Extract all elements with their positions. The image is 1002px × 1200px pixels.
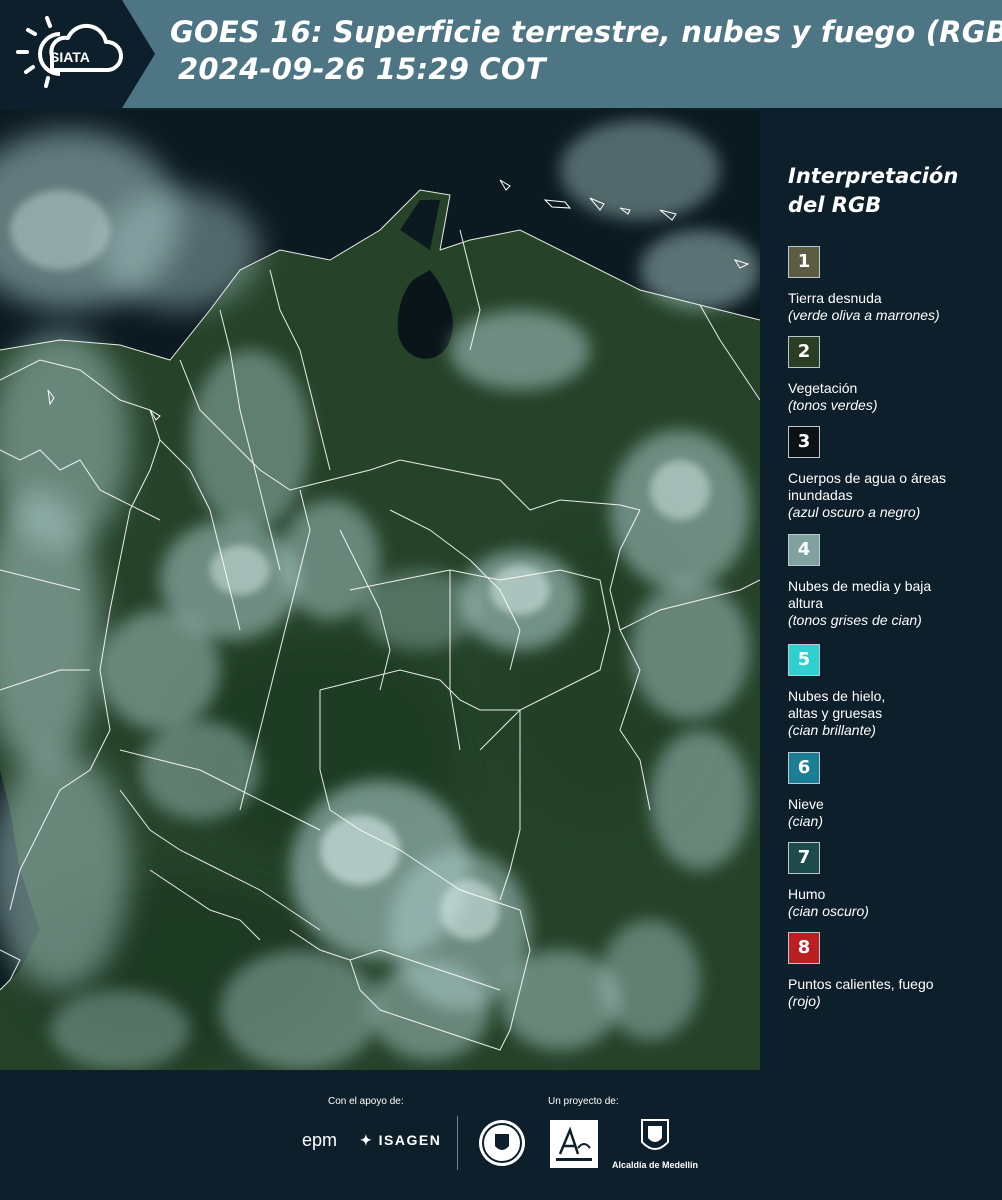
isagen-logo-text: ISAGEN xyxy=(378,1132,442,1148)
legend-item-snow: 6 Nieve (cian) xyxy=(788,752,998,830)
legend-item-description: (tonos verdes) xyxy=(788,397,878,413)
support-label: Con el apoyo de: xyxy=(328,1096,404,1107)
legend-item-description: (verde oliva a marrones) xyxy=(788,307,940,323)
legend-item-label: Puntos calientes, fuego xyxy=(788,976,934,992)
legend-swatch-2: 2 xyxy=(788,336,820,368)
legend-item-ice-clouds: 5 Nubes de hielo, altas y gruesas (cian … xyxy=(788,644,998,739)
epm-logo: epm xyxy=(302,1130,338,1150)
satellite-map xyxy=(0,110,760,1070)
legend-title: Interpretación del RGB xyxy=(788,164,959,217)
project-label: Un proyecto de: xyxy=(548,1096,619,1107)
isagen-mark-icon: ✦ xyxy=(360,1132,374,1148)
legend-item-bare-soil: 1 Tierra desnuda (verde oliva a marrones… xyxy=(788,246,998,324)
title-line-2: 2024-09-26 15:29 COT xyxy=(178,52,546,86)
legend-item-water: 3 Cuerpos de agua o áreas inundadas (azu… xyxy=(788,426,998,521)
legend-swatch-7: 7 xyxy=(788,842,820,874)
header-bar: SIATA GOES 16: Superficie terrestre, nub… xyxy=(0,0,1002,108)
area-metropolitana-logo xyxy=(550,1120,598,1168)
legend-swatch-8: 8 xyxy=(788,932,820,964)
medellin-seal-icon xyxy=(477,1118,527,1172)
legend-item-description: (cian oscuro) xyxy=(788,903,869,919)
legend-item-description: (azul oscuro a negro) xyxy=(788,504,921,520)
satellite-map-svg xyxy=(0,110,760,1070)
legend-item-label: Nubes de hielo, altas y gruesas xyxy=(788,688,886,721)
legend-item-label: Tierra desnuda xyxy=(788,290,882,306)
title-line-1: GOES 16: Superficie terrestre, nubes y f… xyxy=(170,15,1002,49)
legend-item-mid-low-clouds: 4 Nubes de media y baja altura (tonos gr… xyxy=(788,534,998,629)
footer-divider xyxy=(457,1116,458,1170)
legend-swatch-4: 4 xyxy=(788,534,820,566)
legend-item-label: Cuerpos de agua o áreas inundadas xyxy=(788,470,946,503)
legend-item-label: Humo xyxy=(788,886,826,902)
legend-item-description: (rojo) xyxy=(788,993,821,1009)
legend-swatch-1: 1 xyxy=(788,246,820,278)
legend-item-fire: 8 Puntos calientes, fuego (rojo) xyxy=(788,932,998,1010)
legend-panel: Interpretación del RGB 1 Tierra desnuda … xyxy=(762,110,1002,1070)
legend-item-description: (cian) xyxy=(788,813,824,829)
legend-item-smoke: 7 Humo (cian oscuro) xyxy=(788,842,998,920)
legend-swatch-5: 5 xyxy=(788,644,820,676)
page-title: GOES 16: Superficie terrestre, nubes y f… xyxy=(170,14,1002,88)
legend-item-label: Nubes de media y baja altura xyxy=(788,578,932,611)
legend-item-vegetation: 2 Vegetación (tonos verdes) xyxy=(788,336,998,414)
legend-item-description: (tonos grises de cian) xyxy=(788,612,922,628)
alcaldia-text: Alcaldía de Medellín xyxy=(612,1160,699,1170)
isagen-logo: ✦ ISAGEN xyxy=(360,1132,441,1149)
legend-item-label: Nieve xyxy=(788,796,824,812)
alcaldia-shield-icon xyxy=(640,1118,670,1160)
legend-item-label: Vegetación xyxy=(788,380,858,396)
siata-logo-text: SIATA xyxy=(50,49,90,65)
legend-item-description: (cian brillante) xyxy=(788,722,876,738)
footer: Con el apoyo de: Un proyecto de: epm ✦ I… xyxy=(0,1070,1002,1200)
legend-swatch-3: 3 xyxy=(788,426,820,458)
legend-swatch-6: 6 xyxy=(788,752,820,784)
siata-logo: SIATA xyxy=(0,0,155,108)
